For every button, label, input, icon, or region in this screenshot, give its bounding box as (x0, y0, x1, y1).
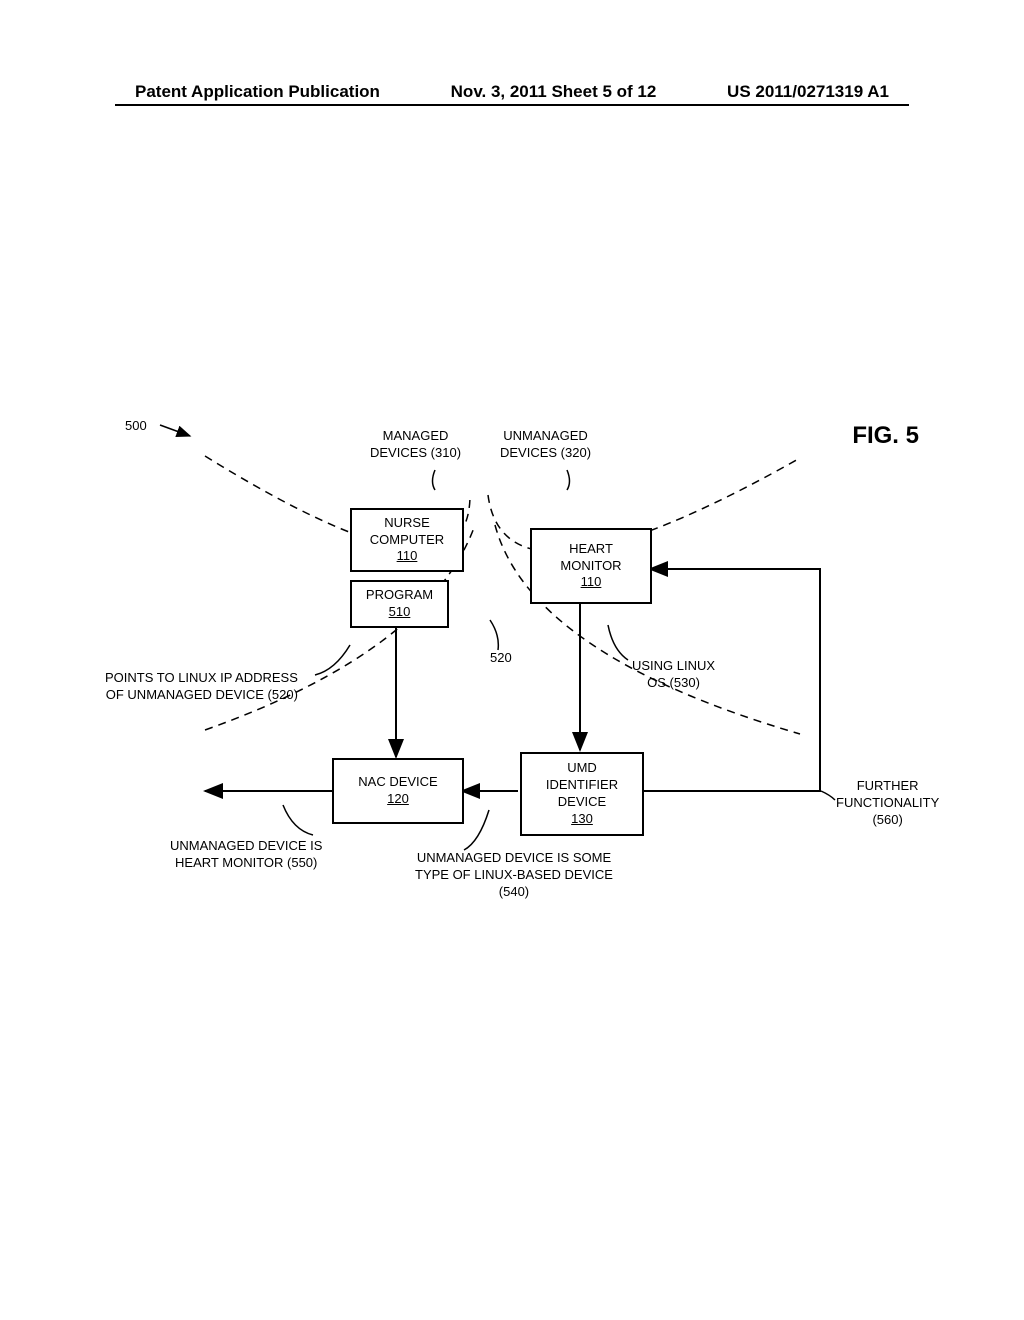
unmanaged-devices-label: UNMANAGED DEVICES (320) (500, 428, 591, 462)
ref-520: 520 (490, 650, 512, 667)
nac-device-box: NAC DEVICE 120 (332, 758, 464, 824)
header-divider (115, 104, 909, 106)
heart-monitor-annotation: UNMANAGED DEVICE IS HEART MONITOR (550) (170, 838, 322, 872)
managed-devices-label: MANAGED DEVICES (310) (370, 428, 461, 462)
further-functionality-annotation: FURTHER FUNCTIONALITY (560) (836, 778, 939, 829)
program-box: PROGRAM 510 (350, 580, 449, 628)
header-patent-number: US 2011/0271319 A1 (727, 82, 889, 102)
linux-based-annotation: UNMANAGED DEVICE IS SOME TYPE OF LINUX-B… (415, 850, 613, 901)
using-linux-annotation: USING LINUX OS (530) (632, 658, 715, 692)
ref-500: 500 (125, 418, 147, 435)
figure-5-diagram: 500 FIG. 5 MANAGED DEVICES (310) UNMANAG… (0, 400, 1024, 1020)
nurse-computer-box: NURSE COMPUTER 110 (350, 508, 464, 572)
header-date-sheet: Nov. 3, 2011 Sheet 5 of 12 (380, 82, 727, 102)
points-to-annotation: POINTS TO LINUX IP ADDRESS OF UNMANAGED … (105, 670, 298, 704)
heart-monitor-box: HEART MONITOR 110 (530, 528, 652, 604)
header-publication: Patent Application Publication (135, 82, 380, 102)
diagram-connectors (0, 400, 1024, 1020)
umd-identifier-box: UMD IDENTIFIER DEVICE 130 (520, 752, 644, 836)
figure-label: FIG. 5 (852, 422, 919, 450)
